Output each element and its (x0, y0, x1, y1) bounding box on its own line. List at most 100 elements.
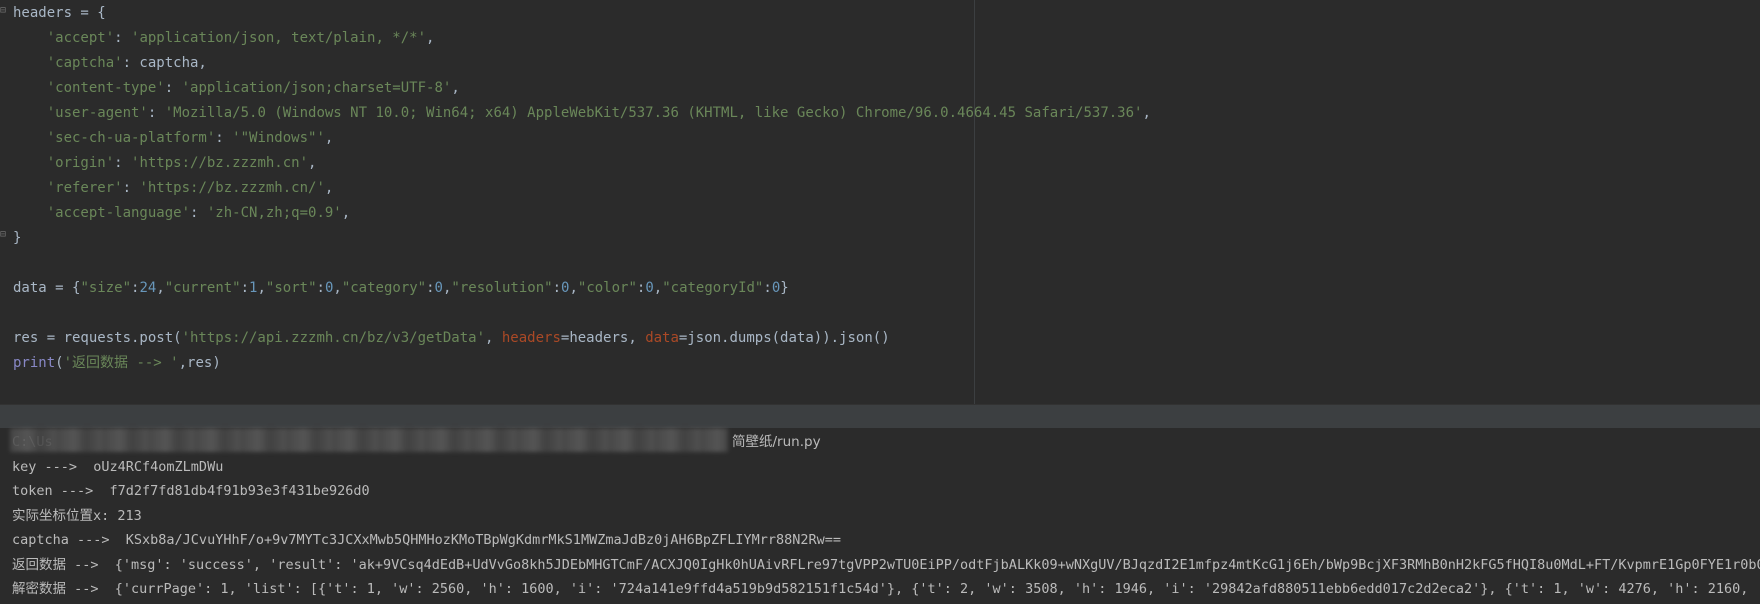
code-token: data (645, 330, 679, 346)
code-token: "current" (164, 280, 241, 296)
code-token: "sort" (265, 280, 317, 296)
code-token: : (426, 280, 435, 296)
code-token: 'zh-CN,zh;q=0.9' (206, 205, 342, 221)
code-token: : (114, 30, 132, 46)
code-token: 'Mozilla/5.0 (Windows NT 10.0; Win64; x6… (164, 105, 1143, 121)
code-token: } (13, 230, 22, 246)
code-token: } (780, 280, 789, 296)
code-token: "category" (341, 280, 427, 296)
code-editor[interactable]: ⊟ ⊟ headers = { 'accept': 'application/j… (0, 0, 1760, 404)
code-token: "categoryId" (662, 280, 764, 296)
code-line: 'user-agent': 'Mozilla/5.0 (Windows NT 1… (13, 103, 1151, 123)
code-token: : (763, 280, 772, 296)
code-token: : (215, 130, 233, 146)
code-token: 'https://bz.zzzmh.cn' (131, 155, 309, 171)
code-token: , (257, 280, 266, 296)
code-token: , (485, 330, 502, 346)
code-line: 'origin': 'https://bz.zzzmh.cn', (13, 153, 317, 173)
code-token: : (122, 180, 140, 196)
code-token: , (324, 180, 334, 196)
code-token: , (333, 280, 342, 296)
code-line: 'accept-language': 'zh-CN,zh;q=0.9', (13, 203, 350, 223)
code-token: 'sec-ch-ua-platform' (46, 130, 216, 146)
console-line: 解密数据 --> {'currPage': 1, 'list': [{'t': … (12, 581, 1760, 597)
code-token: 'content-type' (46, 80, 165, 96)
code-line: res = requests.post('https://api.zzzmh.c… (13, 328, 890, 348)
code-token: , (341, 205, 351, 221)
code-token: 0 (645, 280, 654, 296)
console-path-tail: 简壁纸/run.py (732, 434, 821, 450)
run-console-output[interactable]: C:\Uskey ---> oUz4RCf4omZLmDWutoken --->… (0, 428, 1760, 604)
code-token: : (552, 280, 562, 296)
code-token: 'accept-language' (46, 205, 191, 221)
code-line: headers = { (13, 3, 106, 23)
console-line: token ---> f7d2f7fd81db4f91b93e3f431be92… (12, 483, 370, 499)
code-token: , (324, 130, 334, 146)
code-token: print (13, 355, 56, 371)
code-token: , (156, 280, 165, 296)
console-line: 实际坐标位置x: 213 (12, 507, 142, 524)
code-token: , (426, 30, 435, 46)
code-token: : (147, 105, 165, 121)
code-token: res = requests.post( (13, 330, 182, 346)
right-margin-guide (974, 0, 975, 404)
code-token: "resolution" (451, 280, 553, 296)
code-token: 0 (771, 280, 781, 296)
code-line: 'referer': 'https://bz.zzzmh.cn/', (13, 178, 334, 198)
code-line: } (13, 228, 21, 248)
console-line: key ---> oUz4RCf4omZLmDWu (12, 458, 224, 475)
code-line: 'sec-ch-ua-platform': '"Windows"', (13, 128, 334, 148)
code-token: 'https://bz.zzzmh.cn/' (139, 180, 325, 196)
code-line: 'content-type': 'application/json;charse… (13, 78, 460, 98)
console-line: 返回数据 --> {'msg': 'success', 'result': 'a… (12, 556, 1760, 573)
code-token: 'origin' (46, 155, 115, 171)
code-token: : (240, 280, 250, 296)
code-token: 0 (434, 280, 443, 296)
fold-open-icon[interactable]: ⊟ (0, 5, 11, 17)
code-token: ,res) (178, 355, 221, 371)
code-token: , (569, 280, 578, 296)
code-token: 'referer' (46, 180, 123, 196)
code-token: : (114, 155, 132, 171)
code-token: : (190, 205, 207, 221)
code-token: ( (55, 355, 64, 371)
code-token: , (451, 80, 460, 96)
code-line: data = {"size":24,"current":1,"sort":0,"… (13, 278, 789, 298)
code-token: , (1142, 105, 1151, 121)
code-line: 'accept': 'application/json, text/plain,… (13, 28, 435, 48)
code-token: 'https://api.zzzmh.cn/bz/v3/getData' (181, 330, 486, 346)
code-token: headers (501, 330, 561, 346)
code-token: =json.dumps(data)).json() (678, 330, 890, 346)
code-token: , (653, 280, 663, 296)
code-token: 'captcha' (46, 55, 123, 71)
console-line: captcha ---> KSxb8a/JCvuYHhF/o+9v7MYTc3J… (12, 532, 842, 548)
code-token: headers = { (13, 5, 106, 21)
code-token: : captcha, (122, 55, 207, 71)
code-token: : (164, 80, 182, 96)
code-line: print('返回数据 --> ',res) (13, 353, 221, 373)
redacted-path-blur (10, 428, 728, 452)
code-token: 'accept' (46, 30, 115, 46)
code-token: '返回数据 --> ' (63, 355, 179, 371)
code-token: "size" (80, 280, 132, 296)
fold-close-icon[interactable]: ⊟ (0, 229, 11, 241)
run-panel-splitter[interactable] (0, 404, 1760, 429)
code-line: 'captcha': captcha, (13, 53, 207, 73)
code-token: 'application/json, text/plain, */*' (131, 30, 427, 46)
code-token: "color" (577, 280, 637, 296)
code-token: '"Windows"' (232, 130, 325, 146)
code-token: : (316, 280, 325, 296)
code-token: 24 (139, 280, 157, 296)
code-token: =headers, (560, 330, 646, 346)
code-token: data = { (13, 280, 81, 296)
code-token: 'user-agent' (46, 105, 148, 121)
code-token: 'application/json;charset=UTF-8' (181, 80, 452, 96)
